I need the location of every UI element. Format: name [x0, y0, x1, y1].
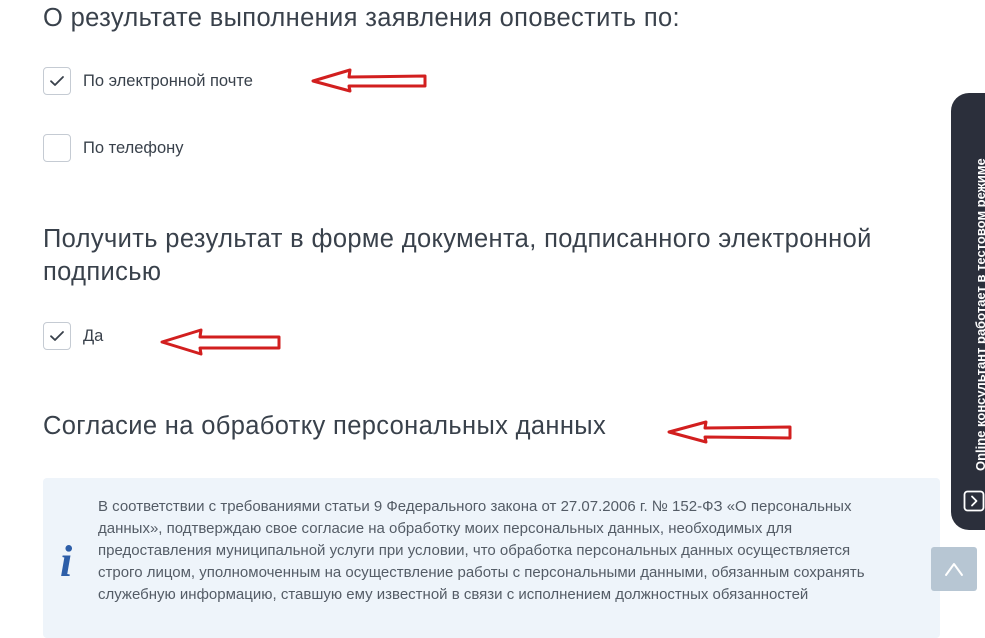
annotation-arrow-icon	[160, 328, 281, 356]
signed-result-heading: Получить результат в форме документа, по…	[43, 225, 872, 286]
consent-info-box: i В соответствии с требованиями статьи 9…	[43, 478, 940, 638]
online-consultant-tab[interactable]: Online консультант работает в тестовом р…	[951, 93, 985, 530]
checkmark-icon	[50, 331, 64, 341]
info-icon: i	[60, 537, 73, 586]
signed-result-yes-option[interactable]: Да	[43, 322, 103, 350]
notification-heading: О результате выполнения заявления оповес…	[43, 4, 680, 32]
phone-option-label: По телефону	[83, 138, 184, 157]
phone-notification-option[interactable]: По телефону	[43, 134, 184, 162]
chevron-right-icon[interactable]	[963, 490, 985, 512]
email-notification-option[interactable]: По электронной почте	[43, 67, 253, 95]
signed-result-yes-label: Да	[83, 326, 104, 345]
email-checkbox[interactable]	[43, 67, 71, 95]
checkmark-icon	[50, 76, 64, 86]
consent-text: В соответствии с требованиями статьи 9 Ф…	[98, 498, 865, 603]
annotation-arrow-icon	[667, 420, 792, 444]
email-option-label: По электронной почте	[83, 71, 253, 90]
phone-checkbox[interactable]	[43, 134, 71, 162]
signed-result-checkbox[interactable]	[43, 322, 71, 350]
consent-heading: Согласие на обработку персональных данны…	[43, 412, 607, 440]
annotation-arrow-icon	[311, 68, 427, 93]
chevron-up-icon	[945, 563, 963, 576]
online-consultant-label: Online консультант работает в тестовом р…	[973, 158, 985, 471]
scroll-to-top-button[interactable]	[931, 547, 977, 591]
